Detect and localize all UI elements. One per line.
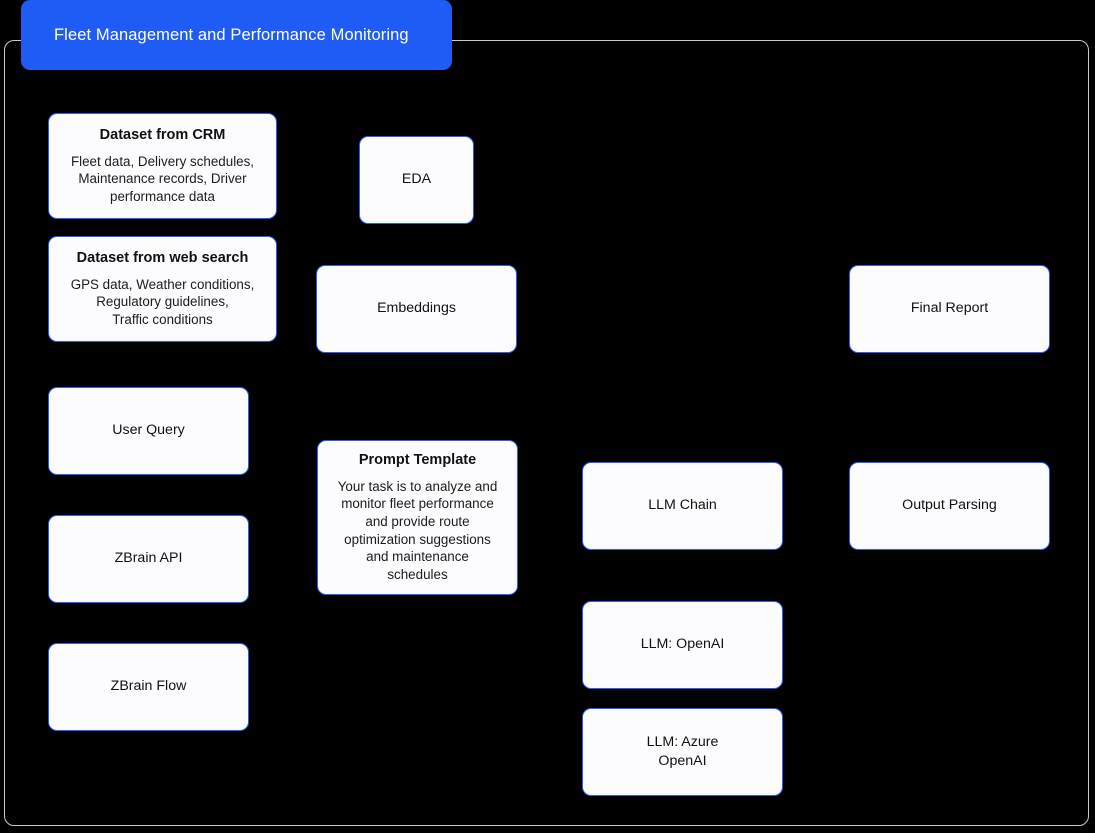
node-dataset-from-crm[interactable]: Dataset from CRM Fleet data, Delivery sc… (48, 113, 277, 219)
node-llm-openai-label: LLM: OpenAI (640, 636, 725, 653)
node-embeddings-label: Embeddings (377, 300, 456, 317)
node-llm-chain-label: LLM Chain (648, 497, 717, 514)
node-zbrain-flow[interactable]: ZBrain Flow (48, 643, 249, 731)
node-dataset-from-web-search-body: GPS data, Weather conditions, Regulatory… (70, 276, 255, 328)
node-llm-azure-openai[interactable]: LLM: Azure OpenAI (582, 708, 783, 796)
node-dataset-from-crm-body: Fleet data, Delivery schedules, Maintena… (70, 153, 255, 205)
node-embeddings[interactable]: Embeddings (316, 265, 517, 353)
node-llm-chain[interactable]: LLM Chain (582, 462, 783, 550)
node-dataset-from-web-search-title: Dataset from web search (76, 250, 249, 267)
node-user-query[interactable]: User Query (48, 387, 249, 475)
node-prompt-template[interactable]: Prompt Template Your task is to analyze … (317, 440, 518, 595)
node-eda-label: EDA (401, 171, 432, 188)
node-zbrain-api[interactable]: ZBrain API (48, 515, 249, 603)
diagram-title-badge: Fleet Management and Performance Monitor… (21, 0, 452, 70)
node-dataset-from-crm-title: Dataset from CRM (99, 127, 226, 144)
node-user-query-label: User Query (112, 422, 185, 439)
node-dataset-from-web-search[interactable]: Dataset from web search GPS data, Weathe… (48, 236, 277, 342)
node-prompt-template-body: Your task is to analyze and monitor flee… (337, 478, 498, 583)
node-output-parsing-label: Output Parsing (902, 497, 997, 514)
diagram-title-label: Fleet Management and Performance Monitor… (54, 25, 409, 44)
node-final-report-label: Final Report (910, 300, 989, 317)
node-eda[interactable]: EDA (359, 136, 474, 224)
node-prompt-template-title: Prompt Template (358, 452, 477, 469)
node-zbrain-api-label: ZBrain API (114, 550, 183, 567)
node-llm-openai[interactable]: LLM: OpenAI (582, 601, 783, 689)
node-llm-azure-openai-label: LLM: Azure OpenAI (646, 733, 719, 769)
node-final-report[interactable]: Final Report (849, 265, 1050, 353)
node-zbrain-flow-label: ZBrain Flow (110, 678, 187, 695)
node-output-parsing[interactable]: Output Parsing (849, 462, 1050, 550)
